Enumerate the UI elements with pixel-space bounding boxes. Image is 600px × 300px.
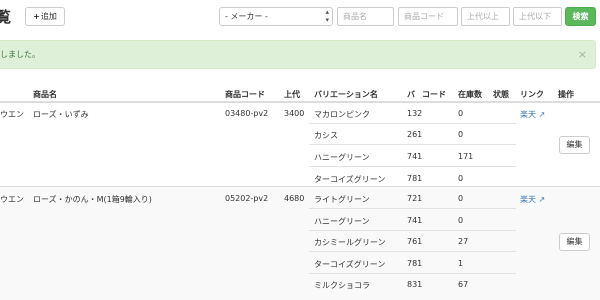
column-header-variation-code: コード xyxy=(422,90,446,99)
rakuten-link-label: 楽天 xyxy=(520,110,536,119)
variation-code-cell: 781 xyxy=(407,174,423,183)
variation-divider xyxy=(309,273,516,274)
search-button[interactable]: 検索 xyxy=(565,7,596,26)
column-header-actions: 操作 xyxy=(558,90,574,99)
stock-cell: 0 xyxy=(458,174,464,183)
maker-select[interactable]: - メーカー - ▴ ▾ xyxy=(219,7,333,26)
product-code-cell: 03480-pv2 xyxy=(225,109,269,118)
edit-button[interactable]: 編集 xyxy=(559,136,590,154)
product-name-input[interactable]: 商品名 xyxy=(337,7,394,26)
edit-button[interactable]: 編集 xyxy=(559,233,590,251)
variation-code-cell: 741 xyxy=(407,216,423,225)
maker-select-value: - メーカー - xyxy=(225,12,268,21)
add-button-label: 追加 xyxy=(40,12,57,21)
product-code-input[interactable]: 商品コード xyxy=(398,7,458,26)
page-title: 覧 xyxy=(0,8,12,26)
price-min-input[interactable]: 上代以上 xyxy=(461,7,510,26)
stock-cell: 67 xyxy=(458,280,469,289)
variation-divider xyxy=(309,166,516,167)
variation-name-cell: ターコイズグリーン xyxy=(314,175,386,184)
column-header-variation: バリエーション名 xyxy=(314,90,378,99)
variation-divider xyxy=(309,251,516,252)
variation-code-cell: 781 xyxy=(407,259,423,268)
variation-code-cell: 741 xyxy=(407,152,423,161)
price-cell: 4680 xyxy=(284,194,305,203)
maker-cell: ウエン xyxy=(0,195,24,204)
price-max-input[interactable]: 上代以下 xyxy=(513,7,562,26)
external-link-icon: ↗ xyxy=(538,195,546,204)
variation-code-cell: 831 xyxy=(407,280,423,289)
maker-cell: ウエン xyxy=(0,110,24,119)
product-name-cell: ローズ・かのん・M(1箱9輪入り) xyxy=(33,195,152,204)
add-button[interactable]: +追加 xyxy=(25,7,65,26)
variation-name-cell: ハニーグリーン xyxy=(314,217,370,226)
rakuten-link[interactable]: 楽天 ↗ xyxy=(520,194,545,205)
column-header-status: 状態 xyxy=(493,90,509,99)
toolbar: 覧 +追加 - メーカー - ▴ ▾ 商品名 商品コード 上代以上 上代以下 検索 xyxy=(0,0,600,34)
variation-name-cell: カシス xyxy=(314,131,338,140)
column-header-variation-short: バ xyxy=(407,90,415,99)
variation-name-cell: ライトグリーン xyxy=(314,195,370,204)
variation-name-cell: ミルクショコラ xyxy=(314,281,370,290)
stock-cell: 0 xyxy=(458,130,464,139)
product-code-cell: 05202-pv2 xyxy=(225,194,269,203)
variation-code-cell: 721 xyxy=(407,194,423,203)
variation-code-cell: 761 xyxy=(407,237,423,246)
column-header-name: 商品名 xyxy=(33,90,57,99)
column-header-link: リンク xyxy=(520,90,544,99)
variation-name-cell: ハニーグリーン xyxy=(314,153,370,162)
external-link-icon: ↗ xyxy=(538,110,546,119)
variation-name-cell: ターコイズグリーン xyxy=(314,260,386,269)
price-cell: 3400 xyxy=(284,109,305,118)
select-arrows-icon: ▴ ▾ xyxy=(325,8,329,24)
column-header-code: 商品コード xyxy=(225,90,265,99)
variation-divider xyxy=(309,208,516,209)
rakuten-link[interactable]: 楽天 ↗ xyxy=(520,109,545,120)
variation-divider xyxy=(309,144,516,145)
stock-cell: 0 xyxy=(458,216,464,225)
variation-code-cell: 132 xyxy=(407,109,423,118)
stock-cell: 27 xyxy=(458,237,469,246)
variation-divider xyxy=(309,230,516,231)
stock-cell: 0 xyxy=(458,109,464,118)
table-row: ウエン ローズ・かのん・M(1箱9輪入り) 05202-pv2 4680 ライト… xyxy=(0,187,600,300)
rakuten-link-label: 楽天 xyxy=(520,195,536,204)
stock-cell: 1 xyxy=(458,259,464,268)
column-header-price: 上代 xyxy=(284,90,300,99)
product-name-cell: ローズ・いずみ xyxy=(33,110,89,119)
column-header-stock: 在庫数 xyxy=(458,90,482,99)
variation-name-cell: カシミールグリーン xyxy=(314,238,386,247)
plus-icon: + xyxy=(33,12,40,21)
success-alert: しました。 × xyxy=(0,40,596,69)
stock-cell: 171 xyxy=(458,152,474,161)
alert-message: しました。 xyxy=(0,50,40,59)
variation-code-cell: 261 xyxy=(407,130,423,139)
stock-cell: 0 xyxy=(458,194,464,203)
variation-name-cell: マカロンピンク xyxy=(314,110,370,119)
table-row: ウエン ローズ・いずみ 03480-pv2 3400 マカロンピンク 132 0… xyxy=(0,103,600,186)
variation-divider xyxy=(309,123,516,124)
close-icon[interactable]: × xyxy=(578,41,587,68)
